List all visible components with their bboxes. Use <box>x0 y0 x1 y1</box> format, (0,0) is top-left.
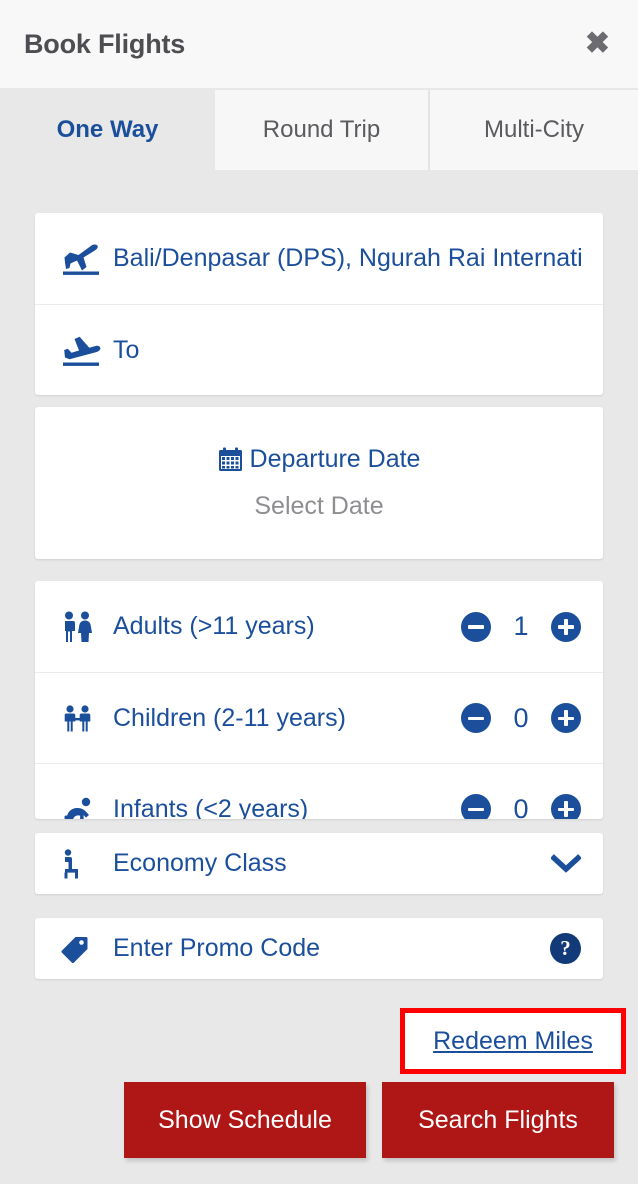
destination-placeholder: To <box>113 335 140 364</box>
tag-icon <box>61 935 113 963</box>
adults-count: 1 <box>513 611 529 641</box>
cabin-class-row[interactable]: Economy Class <box>35 833 603 894</box>
promo-code-card[interactable]: Enter Promo Code ? <box>35 918 603 979</box>
tab-one-way[interactable]: One Way <box>0 90 215 170</box>
adults-decrement-button[interactable] <box>461 611 491 642</box>
infants-decrement-button[interactable] <box>461 794 491 819</box>
calendar-icon <box>218 447 243 472</box>
children-decrement-button[interactable] <box>461 703 491 733</box>
plane-departure-icon <box>61 242 113 276</box>
children-count: 0 <box>513 702 529 733</box>
children-increment-button[interactable] <box>551 703 581 733</box>
children-icon <box>61 702 113 734</box>
tab-multi-city[interactable]: Multi-City <box>430 90 638 170</box>
departure-date-header: Departure Date <box>218 445 421 474</box>
passenger-label-infants: Infants (<2 years) <box>113 794 309 820</box>
infants-count: 0 <box>513 793 529 820</box>
passenger-label-adults: Adults (>11 years) <box>113 612 315 640</box>
seat-icon <box>61 848 113 879</box>
plane-arrival-icon <box>61 333 113 367</box>
passengers-card: Adults (>11 years) 1 Children (2-11 year… <box>35 581 603 819</box>
close-icon[interactable]: ✖ <box>579 25 616 63</box>
cabin-class-card[interactable]: Economy Class <box>35 833 603 894</box>
infants-icon <box>61 795 113 819</box>
route-card: Bali/Denpasar (DPS), Ngurah Rai Internat… <box>35 213 603 395</box>
trip-type-tabs: One Way Round Trip Multi-City <box>0 90 638 170</box>
adults-increment-button[interactable] <box>551 611 581 642</box>
passenger-row-children: Children (2-11 years) 0 <box>35 672 603 763</box>
passenger-label-children: Children (2-11 years) <box>113 703 346 732</box>
help-circle-icon[interactable]: ? <box>550 933 581 964</box>
redeem-miles-highlight: Redeem Miles <box>400 1008 626 1074</box>
origin-field[interactable]: Bali/Denpasar (DPS), Ngurah Rai Internat… <box>35 213 603 304</box>
departure-date-value: Select Date <box>254 492 384 520</box>
stepper-infants: 0 <box>461 793 581 820</box>
destination-field[interactable]: To <box>35 304 603 395</box>
origin-value: Bali/Denpasar (DPS), Ngurah Rai Internat… <box>113 244 581 272</box>
tab-round-trip[interactable]: Round Trip <box>215 90 430 170</box>
promo-code-label: Enter Promo Code <box>113 934 321 962</box>
stepper-children: 0 <box>461 703 581 734</box>
stepper-adults: 1 <box>461 611 581 642</box>
passenger-row-adults: Adults (>11 years) 1 <box>35 581 603 672</box>
cabin-class-label: Economy Class <box>113 849 287 877</box>
promo-code-row[interactable]: Enter Promo Code ? <box>35 918 603 979</box>
search-flights-button[interactable]: Search Flights <box>382 1082 614 1158</box>
departure-date-card[interactable]: Departure Date Select Date <box>35 407 603 559</box>
chevron-down-icon[interactable] <box>551 853 581 874</box>
dialog-header: Book Flights ✖ <box>0 0 638 88</box>
passenger-row-infants: Infants (<2 years) 0 <box>35 763 603 819</box>
page-title: Book Flights <box>24 28 186 59</box>
book-flights-dialog: Book Flights ✖ One Way Round Trip Multi-… <box>0 0 638 1184</box>
departure-date-label: Departure Date <box>249 445 421 473</box>
adults-icon <box>61 611 113 643</box>
infants-increment-button[interactable] <box>551 794 581 819</box>
show-schedule-button[interactable]: Show Schedule <box>124 1082 366 1158</box>
redeem-miles-link[interactable]: Redeem Miles <box>433 1027 593 1056</box>
